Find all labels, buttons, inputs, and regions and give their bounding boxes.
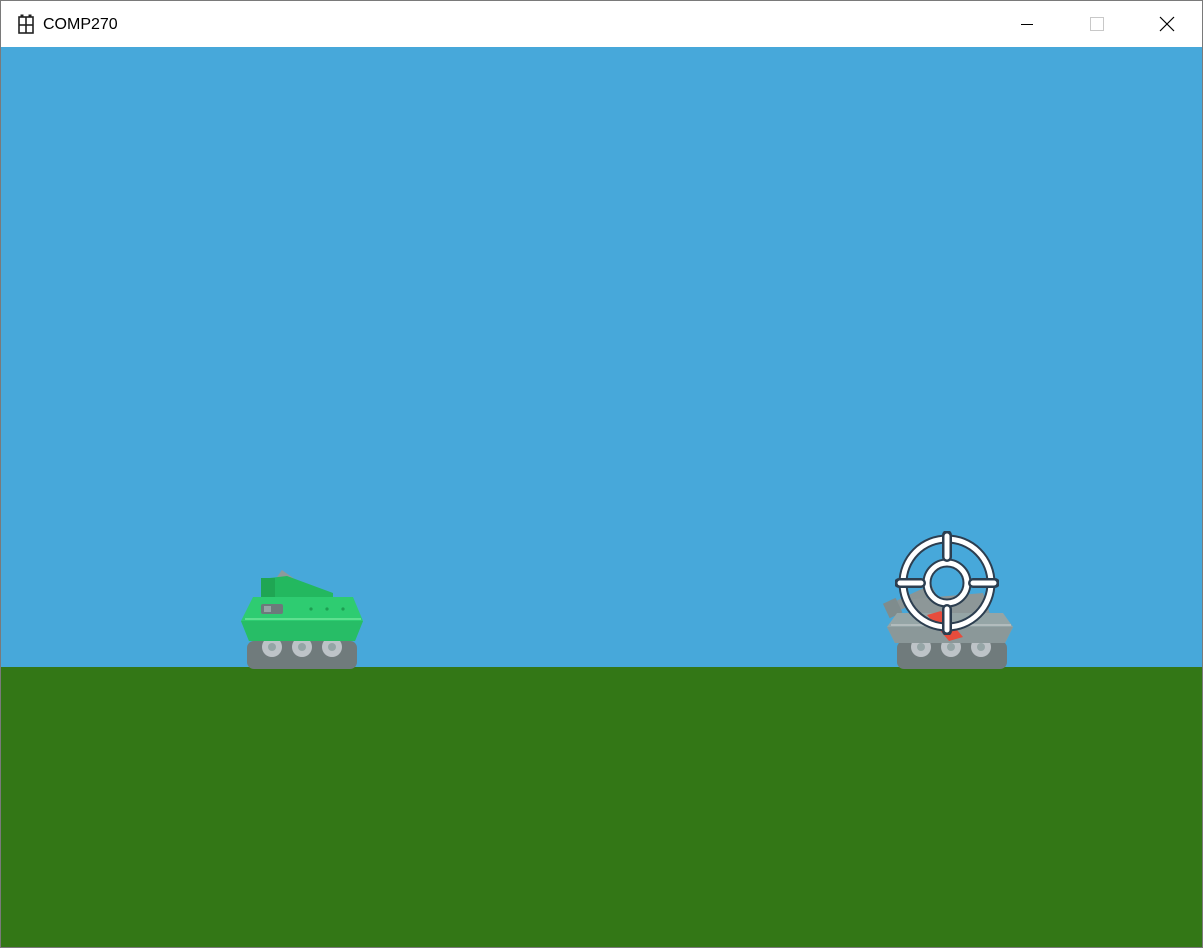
app-grid-icon bbox=[18, 14, 34, 34]
game-window: COMP270 bbox=[0, 0, 1203, 948]
close-button[interactable] bbox=[1132, 1, 1202, 47]
close-icon bbox=[1159, 16, 1175, 32]
maximize-button[interactable] bbox=[1062, 1, 1132, 47]
ground bbox=[1, 667, 1202, 947]
minimize-icon bbox=[1021, 24, 1033, 25]
maximize-icon bbox=[1090, 17, 1104, 31]
crosshair-icon bbox=[895, 531, 999, 635]
title-bar[interactable]: COMP270 bbox=[1, 1, 1202, 47]
minimize-button[interactable] bbox=[992, 1, 1062, 47]
window-title: COMP270 bbox=[43, 16, 118, 33]
game-canvas[interactable] bbox=[1, 47, 1202, 947]
green-tank-icon[interactable] bbox=[235, 529, 367, 671]
